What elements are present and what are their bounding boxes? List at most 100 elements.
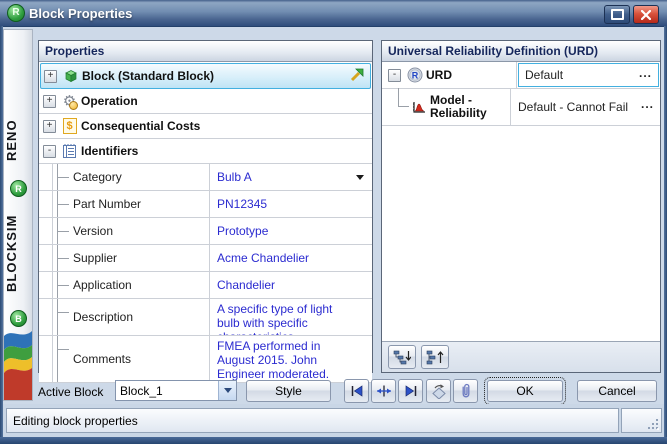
prev-block-icon — [349, 384, 365, 398]
panel-splitter[interactable] — [373, 40, 381, 373]
blocksim-logo-icon: B — [10, 310, 27, 327]
gear-clock-icon: ⚙ — [61, 93, 78, 110]
status-bar: Editing block properties — [3, 404, 664, 437]
properties-panel-title: Properties — [45, 44, 104, 58]
status-message: Editing block properties — [6, 408, 619, 433]
section-row-operation[interactable]: + ⚙ Operation — [39, 89, 372, 114]
urd-label: URD — [426, 69, 452, 82]
active-block-dropdown-button[interactable] — [218, 381, 236, 400]
active-block-value: Block_1 — [116, 384, 218, 398]
comments-value-field[interactable]: FMEA performed in August 2015. John Engi… — [210, 336, 372, 382]
version-value-field[interactable]: Prototype — [210, 218, 372, 244]
maximize-button[interactable] — [604, 5, 630, 24]
notepad-icon — [61, 143, 78, 160]
model-reliability-row: Model - Reliability Default - Cannot Fai… — [382, 89, 660, 126]
rotate-diamond-icon — [431, 383, 447, 399]
ok-button[interactable]: OK — [487, 380, 563, 402]
expand-tree-button[interactable] — [388, 345, 416, 369]
resize-grip[interactable] — [647, 418, 660, 431]
collapse-identifiers-button[interactable]: - — [43, 145, 56, 158]
row-description: Description A specific type of light bul… — [39, 299, 372, 336]
section-row-block[interactable]: + Block (Standard Block) — [40, 63, 371, 89]
reno-app-icon: R — [7, 4, 25, 22]
urd-browse-button[interactable]: ... — [639, 66, 652, 80]
model-reliability-value-field[interactable]: Default - Cannot Fail ... — [511, 89, 660, 125]
part-number-label: Part Number — [73, 197, 141, 211]
supplier-value-field[interactable]: Acme Chandelier — [210, 245, 372, 271]
urd-row: - R URD Default ... — [382, 62, 660, 89]
brand-reno-text: RENO — [4, 104, 32, 176]
model-reliability-label: Model - Reliability — [430, 94, 494, 120]
section-label-identifiers: Identifiers — [81, 144, 138, 158]
reliability-model-icon — [410, 99, 427, 116]
dollar-icon: $ — [61, 118, 78, 135]
description-label: Description — [73, 310, 133, 324]
row-version: Version Prototype — [39, 218, 372, 245]
next-block-icon — [403, 384, 419, 398]
block-style-button[interactable] — [426, 379, 451, 403]
collapse-tree-icon — [426, 349, 444, 365]
next-block-button[interactable] — [398, 379, 423, 403]
version-label: Version — [73, 224, 113, 238]
brand-strip: RENO R BlockSim B — [3, 29, 33, 401]
fit-blocks-button[interactable] — [371, 379, 396, 403]
section-row-costs[interactable]: + $ Consequential Costs — [39, 114, 372, 139]
section-label-operation: Operation — [81, 94, 138, 108]
row-comments: Comments FMEA performed in August 2015. … — [39, 336, 372, 383]
comments-label: Comments — [73, 352, 131, 366]
expand-tree-icon — [393, 349, 411, 365]
reno-logo-icon: R — [10, 180, 27, 197]
brand-blocksim-text: BlockSim — [4, 200, 32, 306]
row-application: Application Chandelier — [39, 272, 372, 299]
status-grip-panel — [621, 408, 662, 433]
collapse-tree-button[interactable] — [421, 345, 449, 369]
supplier-label: Supplier — [73, 251, 117, 265]
description-value-field[interactable]: A specific type of light bulb with speci… — [210, 299, 372, 335]
attachments-button[interactable] — [453, 379, 478, 403]
chevron-down-icon — [224, 388, 232, 393]
paperclip-icon — [460, 383, 472, 399]
category-dropdown-arrow[interactable] — [356, 175, 364, 180]
urd-badge-icon: R — [406, 67, 423, 84]
title-bar[interactable]: R Block Properties — [0, 0, 667, 27]
maximize-icon — [611, 9, 624, 20]
fit-blocks-icon — [376, 384, 392, 398]
row-category: Category Bulb A — [39, 164, 372, 191]
category-label: Category — [73, 170, 122, 184]
properties-panel: Properties + Block (Standard Block) + — [38, 40, 373, 373]
expand-operation-button[interactable]: + — [43, 95, 56, 108]
window-frame-bottom — [0, 437, 667, 444]
active-block-label: Active Block — [38, 385, 103, 399]
window-title: Block Properties — [29, 6, 132, 21]
urd-panel-title: Universal Reliability Definition (URD) — [388, 44, 598, 58]
collapse-urd-button[interactable]: - — [388, 69, 401, 82]
application-value-field[interactable]: Chandelier — [210, 272, 372, 298]
urd-value-field[interactable]: Default ... — [518, 63, 659, 87]
reliasoft-swirl-logo — [4, 328, 32, 400]
urd-panel: Universal Reliability Definition (URD) -… — [381, 40, 661, 373]
section-row-identifiers[interactable]: - Identifiers — [39, 139, 372, 164]
section-label-costs: Consequential Costs — [81, 119, 200, 133]
properties-panel-header: Properties — [39, 41, 372, 62]
svg-text:R: R — [411, 70, 418, 80]
model-browse-button[interactable]: ... — [641, 97, 654, 111]
close-icon — [641, 10, 651, 20]
block-cube-icon — [62, 68, 79, 85]
style-button[interactable]: Style — [246, 380, 331, 402]
urd-panel-header: Universal Reliability Definition (URD) — [382, 41, 660, 62]
link-arrow-icon[interactable] — [349, 67, 365, 83]
close-button[interactable] — [633, 5, 659, 24]
expand-block-button[interactable]: + — [44, 70, 57, 83]
active-block-select[interactable]: Block_1 — [115, 380, 237, 401]
category-value-field[interactable]: Bulb A — [210, 164, 372, 190]
part-number-value-field[interactable]: PN12345 — [210, 191, 372, 217]
row-supplier: Supplier Acme Chandelier — [39, 245, 372, 272]
cancel-button[interactable]: Cancel — [577, 380, 657, 402]
expand-costs-button[interactable]: + — [43, 120, 56, 133]
block-properties-dialog: R Block Properties RENO R BlockSim B Pro… — [0, 0, 667, 444]
urd-footer-toolbar — [382, 341, 660, 372]
application-label: Application — [73, 278, 132, 292]
row-part-number: Part Number PN12345 — [39, 191, 372, 218]
section-label-block: Block (Standard Block) — [82, 69, 214, 83]
prev-block-button[interactable] — [344, 379, 369, 403]
